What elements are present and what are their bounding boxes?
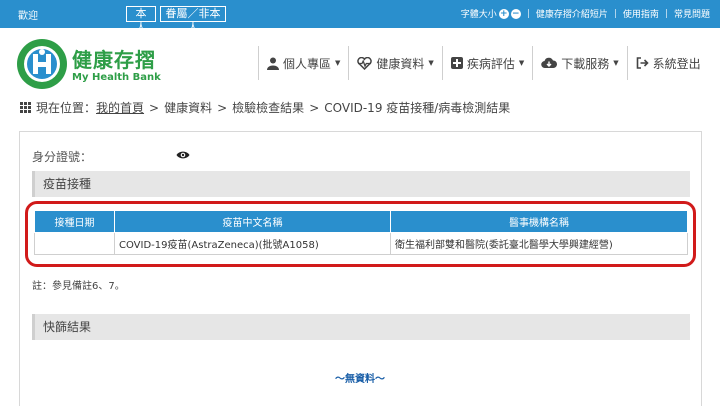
breadcrumb-prefix: 現在位置： bbox=[36, 101, 97, 115]
table-row: COVID-19疫苗(AstraZeneca)(批號A1058) 衛生福利部雙和… bbox=[34, 232, 688, 255]
main-nav: 個人專區 ▼ 健康資料 ▼ 疾病評估 ▼ 下載服務 ▼ 系統登出 bbox=[258, 46, 709, 80]
font-decrease-icon[interactable]: − bbox=[510, 8, 521, 19]
health-bank-logo-icon[interactable] bbox=[16, 38, 68, 90]
grid-icon bbox=[20, 102, 31, 113]
user-icon bbox=[267, 57, 279, 70]
plus-square-icon bbox=[450, 57, 463, 69]
nav-label: 疾病評估 bbox=[466, 56, 515, 71]
col-header-vaccine-name: 疫苗中文名稱 bbox=[114, 210, 391, 233]
identity-other-button[interactable]: 眷屬／非本人 bbox=[160, 6, 226, 34]
breadcrumb-separator: > bbox=[217, 100, 228, 115]
breadcrumb-separator: > bbox=[149, 100, 160, 115]
breadcrumb-item: 健康資料 bbox=[164, 101, 213, 115]
vaccine-section-header: 疫苗接種 bbox=[32, 171, 690, 197]
breadcrumb-item: 檢驗檢查結果 bbox=[232, 101, 305, 115]
footnote: 註：參見備註6、7。 bbox=[32, 281, 125, 292]
section-title: 快篩結果 bbox=[43, 320, 92, 334]
caret-down-icon: ▼ bbox=[518, 59, 525, 67]
col-header-date: 接種日期 bbox=[34, 210, 115, 233]
caret-down-icon: ▼ bbox=[613, 59, 619, 67]
font-size-label: 字體大小 bbox=[460, 10, 497, 20]
user-guide-link[interactable]: 使用指南 bbox=[623, 7, 659, 20]
cloud-download-icon bbox=[541, 57, 558, 69]
font-size-control: 字體大小 + − bbox=[461, 7, 521, 20]
nav-item-disease-assessment[interactable]: 疾病評估 ▼ bbox=[441, 46, 532, 80]
nav-label: 個人專區 bbox=[283, 56, 332, 71]
cell-vaccine-name: COVID-19疫苗(AstraZeneca)(批號A1058) bbox=[114, 232, 391, 255]
cell-institution: 衛生福利部雙和醫院(委託臺北醫學大學興建經營) bbox=[390, 232, 688, 255]
breadcrumb-home-link[interactable]: 我的首頁 bbox=[96, 99, 144, 116]
heart-pulse-icon bbox=[357, 56, 373, 70]
welcome-text: 歡迎 bbox=[18, 11, 38, 22]
no-data-message: ～無資料～ bbox=[335, 374, 385, 385]
section-title: 疫苗接種 bbox=[43, 177, 92, 191]
nav-label: 系統登出 bbox=[652, 56, 701, 71]
id-number-label: 身分證號： bbox=[32, 150, 93, 164]
vaccine-table: 接種日期 疫苗中文名稱 醫事機構名稱 COVID-19疫苗(AstraZenec… bbox=[34, 210, 688, 255]
caret-down-icon: ▼ bbox=[428, 59, 434, 67]
intro-video-link[interactable]: 健康存摺介紹短片 bbox=[536, 7, 608, 20]
brand-name-en: My Health Bank bbox=[72, 72, 161, 83]
font-increase-icon[interactable]: + bbox=[498, 8, 509, 19]
nav-item-health-data[interactable]: 健康資料 ▼ bbox=[348, 46, 441, 80]
faq-link[interactable]: 常見問題 bbox=[674, 7, 710, 20]
col-header-institution: 醫事機構名稱 bbox=[390, 210, 688, 233]
nav-item-logout[interactable]: 系統登出 bbox=[626, 46, 709, 80]
rapid-test-section-header: 快篩結果 bbox=[32, 314, 690, 340]
identity-self-button[interactable]: 本人 bbox=[126, 6, 156, 34]
top-bar: 歡迎 本人 眷屬／非本人 字體大小 + − | 健康存摺介紹短片 | 使用指南 … bbox=[0, 0, 720, 34]
nav-item-download[interactable]: 下載服務 ▼ bbox=[532, 46, 626, 80]
divider: | bbox=[526, 8, 530, 19]
brand-name-zh: 健康存摺 bbox=[72, 48, 156, 72]
nav-label: 健康資料 bbox=[376, 56, 425, 71]
breadcrumb-separator: > bbox=[309, 100, 320, 115]
cell-date bbox=[34, 232, 115, 255]
nav-label: 下載服務 bbox=[561, 56, 610, 71]
table-header-row: 接種日期 疫苗中文名稱 醫事機構名稱 bbox=[34, 210, 688, 233]
top-links: 字體大小 + − | 健康存摺介紹短片 | 使用指南 | 常見問題 bbox=[461, 7, 710, 20]
divider: | bbox=[613, 8, 617, 19]
nav-item-personal[interactable]: 個人專區 ▼ bbox=[258, 46, 348, 80]
sign-out-icon bbox=[636, 57, 649, 69]
breadcrumb-current: COVID-19 疫苗接種/病毒檢測結果 bbox=[324, 101, 511, 115]
caret-down-icon: ▼ bbox=[335, 59, 341, 67]
eye-icon[interactable] bbox=[176, 150, 190, 160]
breadcrumb: 現在位置： 我的首頁 > 健康資料 > 檢驗檢查結果 > COVID-19 疫苗… bbox=[20, 99, 510, 116]
divider: | bbox=[664, 8, 668, 19]
